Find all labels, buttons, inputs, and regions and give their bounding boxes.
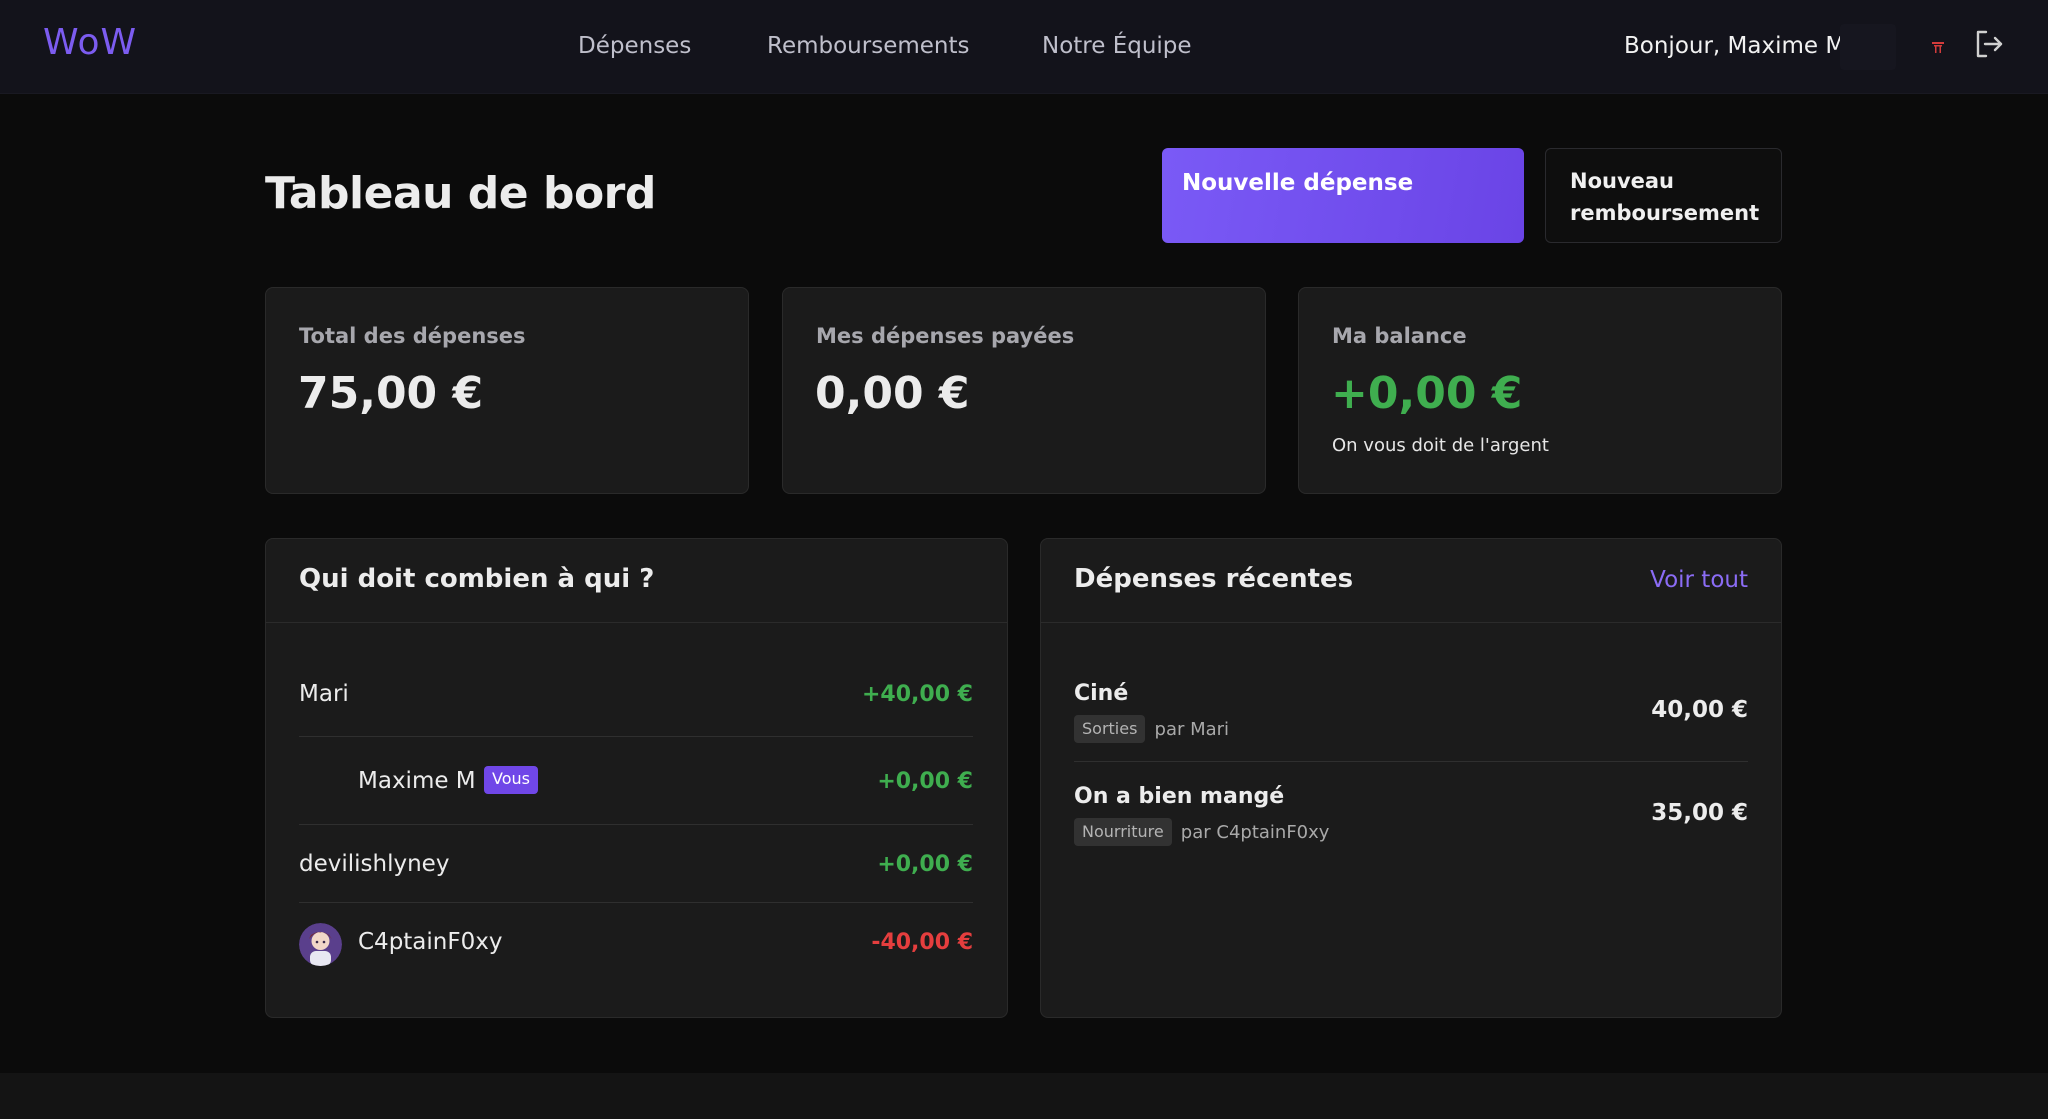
stat-card-total: Total des dépenses 75,00 €	[265, 287, 749, 494]
paid-by: par Mari	[1154, 718, 1230, 740]
user-greeting: Bonjour, Maxime M	[1624, 33, 1846, 59]
stat-label: Total des dépenses	[299, 324, 526, 348]
member-balance: +0,00 €	[877, 769, 973, 794]
member-name: Mari	[299, 681, 349, 707]
page-title: Tableau de bord	[265, 168, 656, 219]
page-footer	[0, 1073, 2048, 1119]
stat-value: 75,00 €	[298, 368, 484, 419]
expense-amount: 40,00 €	[1651, 697, 1748, 723]
nav-link-remboursements[interactable]: Remboursements	[767, 33, 969, 59]
debt-row: Maxime M Vous +0,00 €	[299, 737, 973, 825]
new-reimbursement-label-line2: remboursement	[1570, 201, 1760, 225]
member-balance: +40,00 €	[862, 682, 973, 707]
panel-title: Qui doit combien à qui ?	[299, 564, 655, 594]
expense-meta: Sorties par Mari	[1074, 715, 1229, 743]
nav-link-equipe[interactable]: Notre Équipe	[1042, 33, 1192, 59]
new-reimbursement-label-line1: Nouveau	[1570, 169, 1675, 193]
stat-value: 0,00 €	[815, 368, 970, 419]
expense-row[interactable]: Ciné Sorties par Mari 40,00 €	[1074, 659, 1748, 762]
expense-row[interactable]: On a bien mangé Nourriture par C4ptainF0…	[1074, 762, 1748, 865]
stat-card-balance: Ma balance +0,00 € On vous doit de l'arg…	[1298, 287, 1782, 494]
expense-amount: 35,00 €	[1651, 800, 1748, 826]
stat-label: Mes dépenses payées	[816, 324, 1075, 348]
expense-title: Ciné	[1074, 681, 1129, 706]
recent-expenses-panel: Dépenses récentes Voir tout Ciné Sorties…	[1040, 538, 1782, 1018]
expense-title: On a bien mangé	[1074, 784, 1285, 809]
balance-note: On vous doit de l'argent	[1332, 435, 1549, 456]
flag-icon[interactable]	[1931, 40, 1945, 54]
member-avatar	[299, 923, 342, 966]
member-name: C4ptainF0xy	[358, 929, 503, 955]
expense-meta: Nourriture par C4ptainF0xy	[1074, 818, 1329, 846]
category-tag: Nourriture	[1074, 818, 1172, 846]
nav-link-depenses[interactable]: Dépenses	[578, 33, 691, 59]
member-name: Maxime M	[358, 768, 476, 794]
panel-header: Qui doit combien à qui ?	[266, 539, 1007, 623]
category-tag: Sorties	[1074, 715, 1146, 743]
new-reimbursement-button[interactable]: Nouveau remboursement	[1545, 148, 1782, 243]
paid-by: par C4ptainF0xy	[1180, 821, 1330, 843]
stat-label: Ma balance	[1332, 324, 1467, 348]
top-navbar: WoW Dépenses Remboursements Notre Équipe…	[0, 0, 2048, 94]
app-logo[interactable]: WoW	[43, 22, 137, 63]
member-name: devilishlyney	[299, 851, 450, 877]
you-badge: Vous	[484, 766, 538, 794]
debts-panel: Qui doit combien à qui ? Mari +40,00 € M…	[265, 538, 1008, 1018]
stat-value: +0,00 €	[1331, 368, 1523, 419]
debt-row: devilishlyney +0,00 €	[299, 825, 973, 903]
panel-header: Dépenses récentes Voir tout	[1041, 539, 1781, 623]
stat-card-paid: Mes dépenses payées 0,00 €	[782, 287, 1266, 494]
panel-title: Dépenses récentes	[1074, 564, 1354, 594]
debt-row: C4ptainF0xy -40,00 €	[299, 903, 973, 985]
new-expense-button[interactable]: Nouvelle dépense	[1162, 148, 1524, 243]
debt-row: Mari +40,00 €	[299, 655, 973, 737]
member-balance: -40,00 €	[871, 930, 973, 955]
user-avatar[interactable]	[1840, 24, 1896, 70]
see-all-link[interactable]: Voir tout	[1650, 567, 1748, 593]
logout-icon[interactable]	[1973, 28, 2005, 60]
member-balance: +0,00 €	[877, 852, 973, 877]
